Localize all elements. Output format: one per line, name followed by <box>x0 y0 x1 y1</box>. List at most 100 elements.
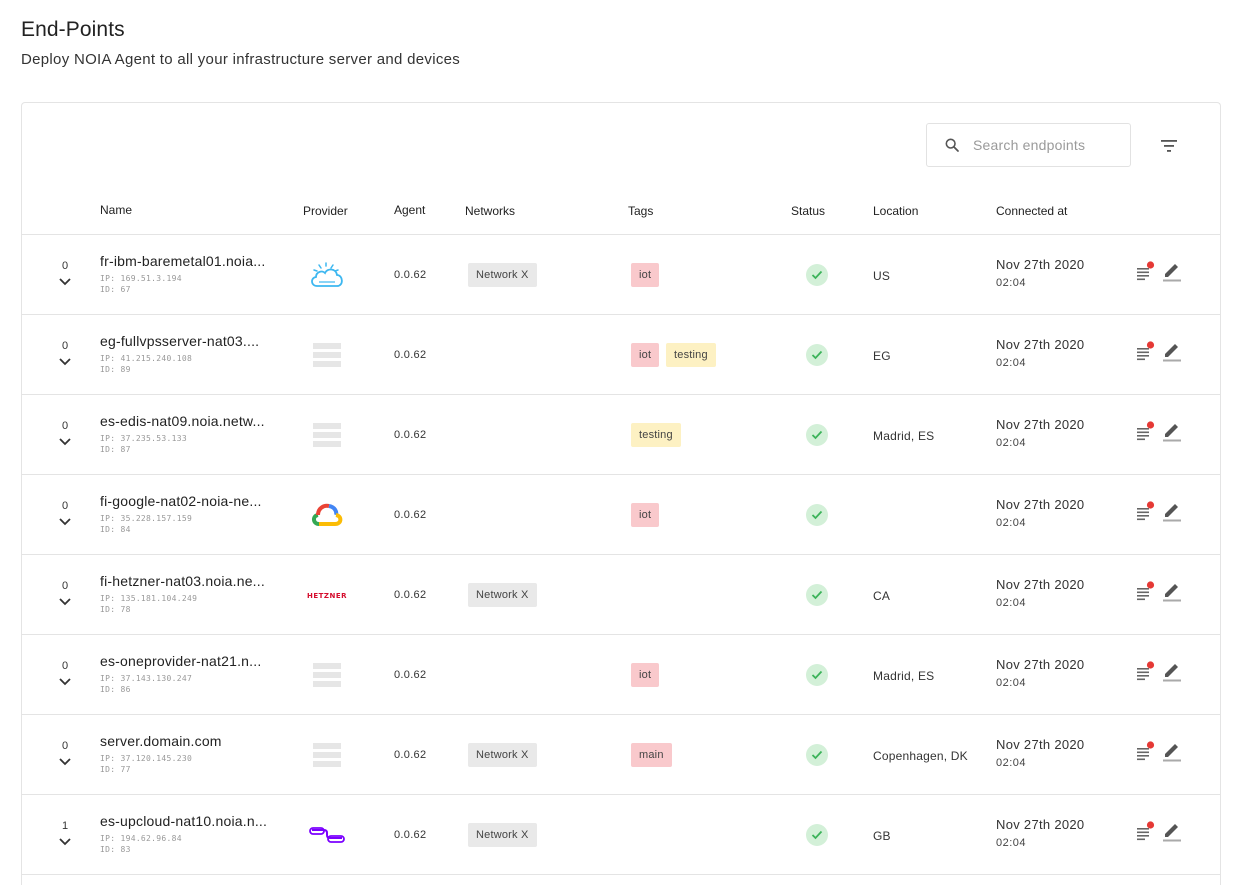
endpoint-name[interactable]: es-upcloud-nat10.noia.n... <box>100 813 267 829</box>
connected-time: 02:04 <box>996 277 1027 289</box>
table-row[interactable]: 1 es-upcloud-nat10.noia.n... IP: 194.62.96… <box>22 795 1220 875</box>
tag-chip[interactable]: testing <box>631 423 681 447</box>
edit-icon[interactable] <box>1162 660 1182 682</box>
edit-icon[interactable] <box>1162 580 1182 602</box>
edit-icon[interactable] <box>1162 740 1182 762</box>
endpoint-ip: IP: 37.235.53.133 <box>100 434 187 443</box>
logs-icon[interactable] <box>1136 661 1156 681</box>
tag-chip[interactable]: iot <box>631 663 660 687</box>
edit-icon[interactable] <box>1162 260 1182 282</box>
upcloud-icon <box>305 815 349 855</box>
edit-icon[interactable] <box>1162 820 1182 842</box>
expand-chevron-icon[interactable] <box>58 597 72 607</box>
filter-button[interactable] <box>1158 136 1180 156</box>
generic-server-icon <box>305 655 349 695</box>
location: EG <box>873 349 891 363</box>
table-header: Name Provider Agent Networks Tags Status… <box>22 195 1220 235</box>
network-chip[interactable]: Network X <box>468 743 537 767</box>
agent-version: 0.0.62 <box>394 669 427 681</box>
status-connected-icon <box>806 424 828 446</box>
edit-icon[interactable] <box>1162 420 1182 442</box>
connected-time: 02:04 <box>996 597 1027 609</box>
endpoint-name[interactable]: es-oneprovider-nat21.n... <box>100 653 261 669</box>
google-cloud-icon <box>305 495 349 535</box>
connected-date: Nov 27th 2020 <box>996 657 1085 672</box>
table-row[interactable]: 0 server.domain.com IP: 37.120.145.230 ID: … <box>22 715 1220 795</box>
connected-time: 02:04 <box>996 437 1027 449</box>
search-input[interactable] <box>973 137 1113 153</box>
edit-icon[interactable] <box>1162 340 1182 362</box>
connected-date: Nov 27th 2020 <box>996 817 1085 832</box>
search-box[interactable] <box>926 123 1131 167</box>
logs-icon[interactable] <box>1136 341 1156 361</box>
connected-time: 02:04 <box>996 517 1027 529</box>
logs-icon[interactable] <box>1136 501 1156 521</box>
endpoint-name[interactable]: es-edis-nat09.noia.netw... <box>100 413 265 429</box>
table-row[interactable]: 0 fr-ibm-baremetal01.noia... IP: 169.51.3.… <box>22 235 1220 315</box>
endpoint-id: ID: 83 <box>100 845 131 854</box>
connected-date: Nov 27th 2020 <box>996 497 1085 512</box>
expand-chevron-icon[interactable] <box>58 277 72 287</box>
agent-version: 0.0.62 <box>394 269 427 281</box>
expand-chevron-icon[interactable] <box>58 437 72 447</box>
endpoint-id: ID: 87 <box>100 445 131 454</box>
endpoint-name[interactable]: fi-google-nat02-noia-ne... <box>100 493 262 509</box>
connected-time: 02:04 <box>996 677 1027 689</box>
tag-chip[interactable]: iot <box>631 343 660 367</box>
column-header-status[interactable]: Status <box>791 204 825 218</box>
column-header-agent[interactable]: Agent <box>394 203 425 217</box>
column-header-networks[interactable]: Networks <box>465 204 515 218</box>
connection-count: 1 <box>61 820 69 832</box>
edit-icon[interactable] <box>1162 500 1182 522</box>
table-row[interactable]: 0 es-edis-nat09.noia.netw... IP: 37.235.53… <box>22 395 1220 475</box>
tag-chip[interactable]: iot <box>631 263 660 287</box>
location: GB <box>873 829 891 843</box>
endpoint-name[interactable]: fr-ibm-baremetal01.noia... <box>100 253 266 269</box>
connected-time: 02:04 <box>996 757 1027 769</box>
tag-chip[interactable]: iot <box>631 503 660 527</box>
status-connected-icon <box>806 344 828 366</box>
endpoint-name[interactable]: server.domain.com <box>100 733 222 749</box>
agent-version: 0.0.62 <box>394 829 427 841</box>
column-header-connected-at[interactable]: Connected at <box>996 204 1067 218</box>
endpoint-name[interactable]: fi-hetzner-nat03.noia.ne... <box>100 573 265 589</box>
connected-time: 02:04 <box>996 357 1027 369</box>
column-header-location[interactable]: Location <box>873 204 918 218</box>
logs-icon[interactable] <box>1136 821 1156 841</box>
connection-count: 0 <box>61 420 69 432</box>
endpoint-ip: IP: 135.181.104.249 <box>100 594 198 603</box>
agent-version: 0.0.62 <box>394 589 427 601</box>
network-chip[interactable]: Network X <box>468 263 537 287</box>
endpoint-id: ID: 78 <box>100 605 131 614</box>
agent-version: 0.0.62 <box>394 429 427 441</box>
page-title: End-Points <box>21 18 125 41</box>
tag-chip[interactable]: main <box>631 743 672 767</box>
table-row[interactable]: 0 es-oneprovider-nat21.n... IP: 37.143.130… <box>22 635 1220 715</box>
expand-chevron-icon[interactable] <box>58 837 72 847</box>
agent-version: 0.0.62 <box>394 509 427 521</box>
status-connected-icon <box>806 504 828 526</box>
column-header-provider[interactable]: Provider <box>303 204 348 218</box>
endpoint-ip: IP: 37.120.145.230 <box>100 754 193 763</box>
column-header-tags[interactable]: Tags <box>628 204 653 218</box>
expand-chevron-icon[interactable] <box>58 677 72 687</box>
connection-count: 0 <box>61 500 69 512</box>
logs-icon[interactable] <box>1136 421 1156 441</box>
network-chip[interactable]: Network X <box>468 583 537 607</box>
network-chip[interactable]: Network X <box>468 823 537 847</box>
endpoint-ip: IP: 37.143.130.247 <box>100 674 193 683</box>
table-row[interactable]: 0 eg-fullvpsserver-nat03.... IP: 41.215.24… <box>22 315 1220 395</box>
column-header-name[interactable]: Name <box>100 203 132 217</box>
logs-icon[interactable] <box>1136 741 1156 761</box>
logs-icon[interactable] <box>1136 261 1156 281</box>
logs-icon[interactable] <box>1136 581 1156 601</box>
expand-chevron-icon[interactable] <box>58 757 72 767</box>
expand-chevron-icon[interactable] <box>58 517 72 527</box>
table-row[interactable]: 0 fi-hetzner-nat03.noia.ne... IP: 135.181.… <box>22 555 1220 635</box>
endpoint-name[interactable]: eg-fullvpsserver-nat03.... <box>100 333 259 349</box>
expand-chevron-icon[interactable] <box>58 357 72 367</box>
tag-chip[interactable]: testing <box>666 343 716 367</box>
connection-count: 0 <box>61 740 69 752</box>
generic-server-icon <box>305 335 349 375</box>
table-row[interactable]: 0 fi-google-nat02-noia-ne... IP: 35.228.15… <box>22 475 1220 555</box>
